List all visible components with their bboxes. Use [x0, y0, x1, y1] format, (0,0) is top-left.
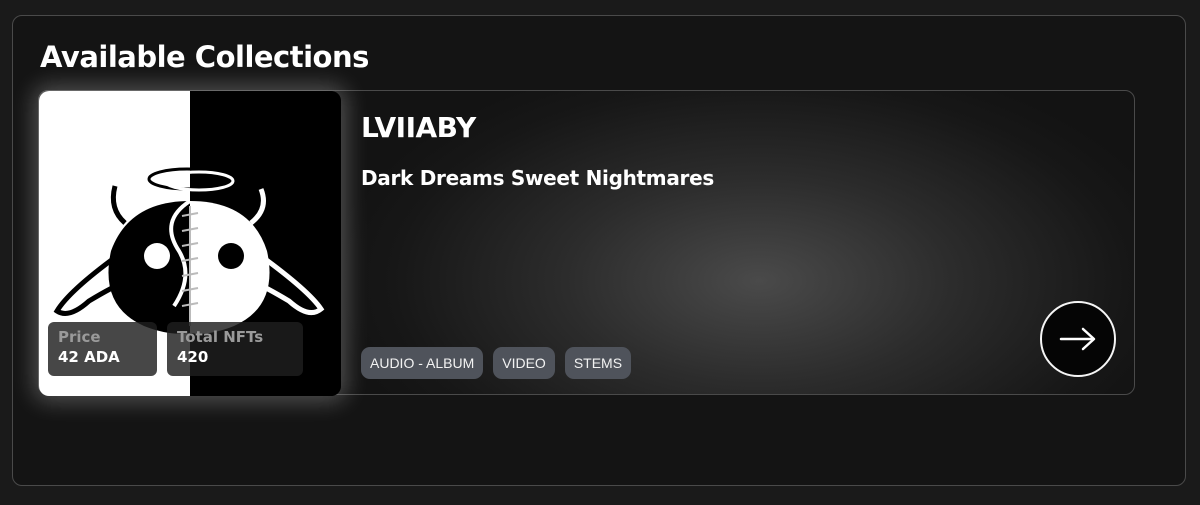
- price-label: Price: [58, 328, 101, 346]
- collection-artwork[interactable]: Price 42 ADA Total NFTs 420: [39, 91, 341, 396]
- section-title: Available Collections: [40, 40, 369, 74]
- total-nfts-stat: Total NFTs 420: [167, 322, 303, 376]
- price-stat: Price 42 ADA: [48, 322, 157, 376]
- tag-stems: STEMS: [564, 347, 632, 379]
- collection-name: Dark Dreams Sweet Nightmares: [361, 166, 714, 190]
- total-nfts-label: Total NFTs: [177, 328, 264, 346]
- artist-name: LVIIABY: [361, 111, 476, 144]
- price-value: 42 ADA: [58, 348, 120, 366]
- tag-video: VIDEO: [493, 347, 555, 379]
- total-nfts-value: 420: [177, 348, 209, 366]
- arrow-right-icon: [1059, 327, 1096, 351]
- tag-audio-album: AUDIO - ALBUM: [361, 347, 484, 379]
- media-tags: AUDIO - ALBUM VIDEO STEMS: [361, 347, 632, 379]
- collection-card[interactable]: Price 42 ADA Total NFTs 420 LVIIABY Dark…: [38, 90, 1135, 396]
- open-collection-button[interactable]: [1040, 301, 1116, 377]
